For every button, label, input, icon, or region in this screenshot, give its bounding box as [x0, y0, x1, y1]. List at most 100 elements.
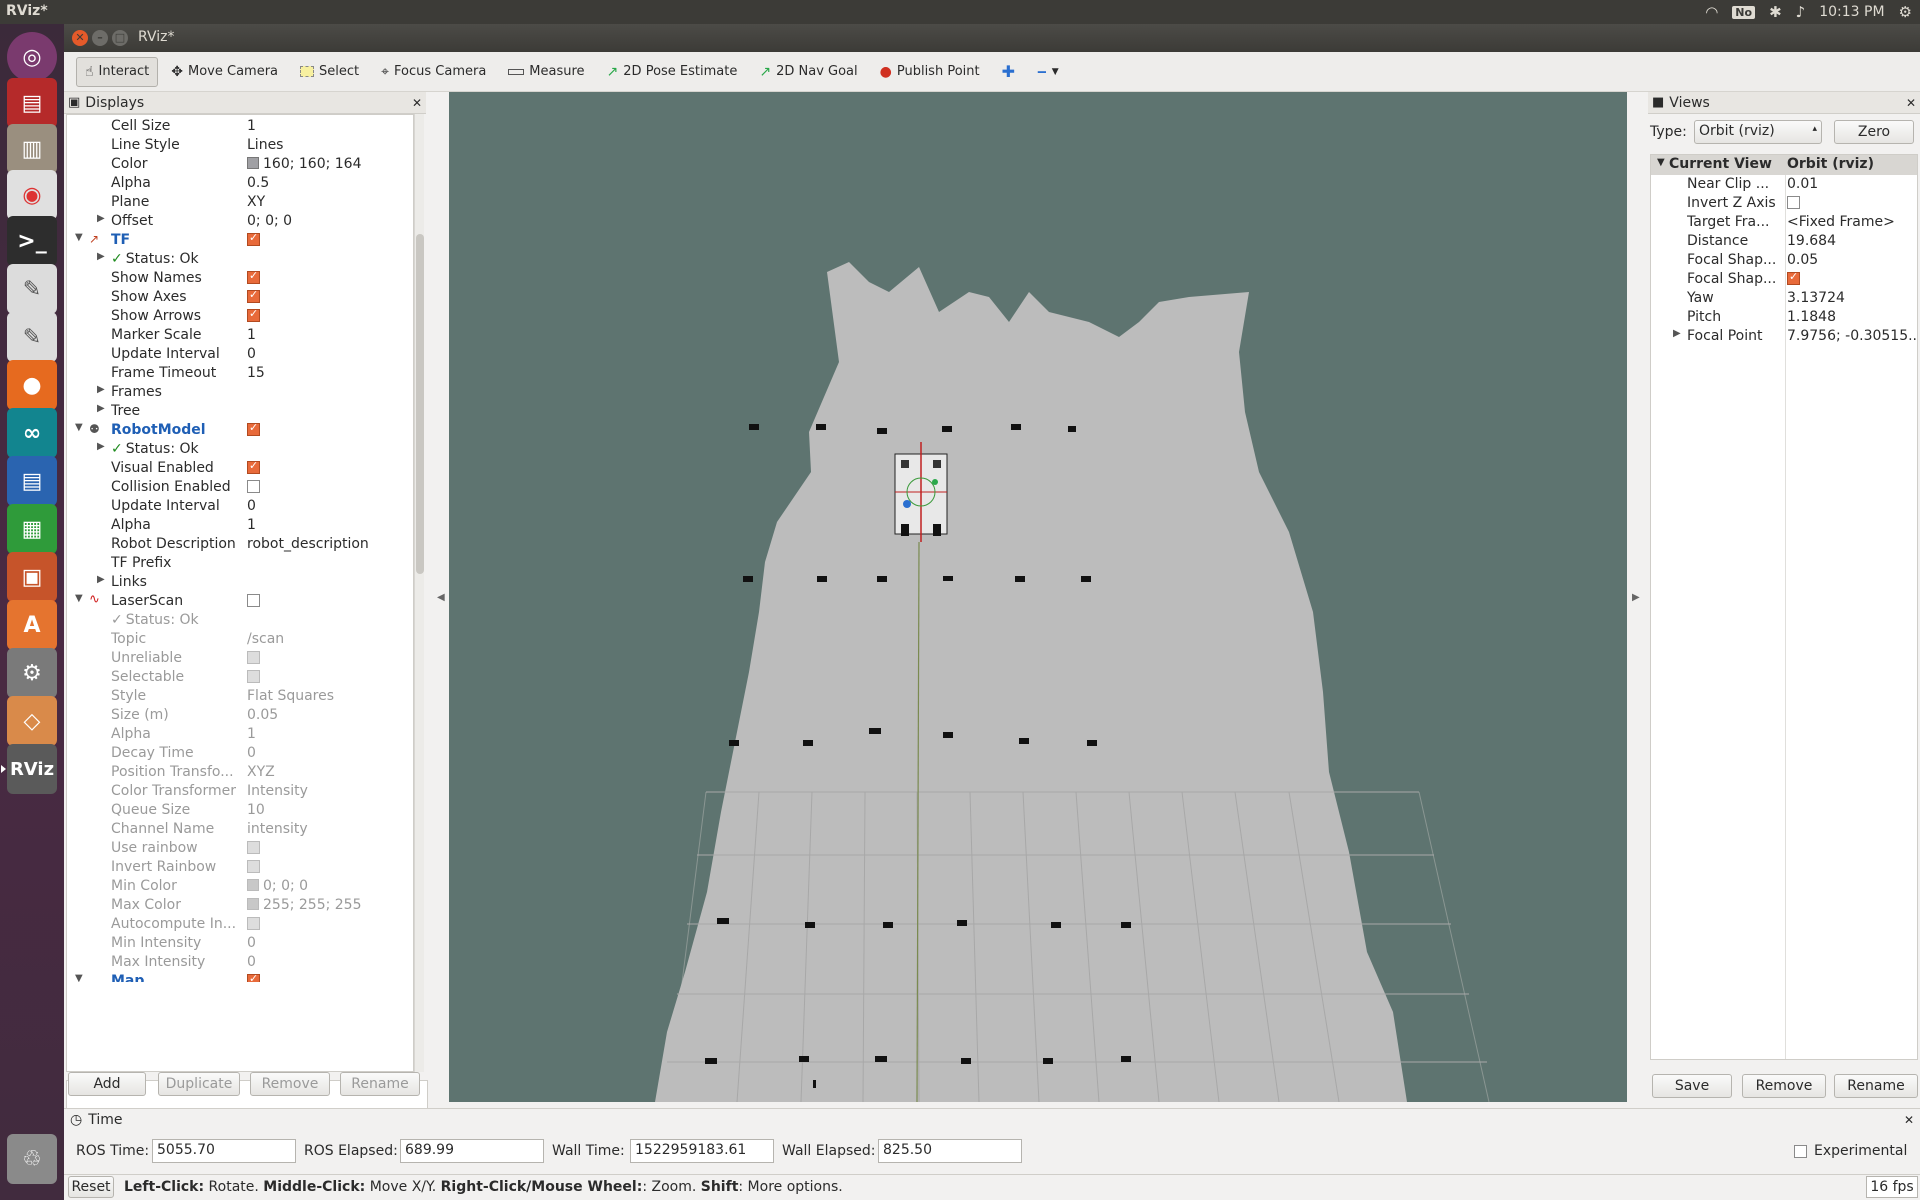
firefox-icon[interactable]: ●: [7, 360, 57, 410]
text-editor-2-icon[interactable]: ✎: [7, 312, 57, 362]
select-tool[interactable]: Select: [291, 57, 368, 87]
status-row[interactable]: ▶ ✓ Status: Ok: [67, 440, 399, 459]
property-row[interactable]: Show Names: [67, 269, 399, 288]
robotmodel-enabled-checkbox[interactable]: [247, 422, 260, 436]
minimize-window-button[interactable]: –: [92, 30, 108, 46]
reset-button[interactable]: Reset: [68, 1176, 114, 1198]
tf-enabled-checkbox[interactable]: [247, 232, 260, 246]
property-row[interactable]: Use rainbow: [67, 839, 399, 858]
save-view-button[interactable]: Save: [1652, 1074, 1732, 1098]
unreliable-checkbox[interactable]: [247, 651, 260, 664]
status-row[interactable]: ✓ Status: Ok: [67, 611, 399, 630]
view-property-row[interactable]: Focal Shap...: [1651, 270, 1917, 289]
property-row[interactable]: TF Prefix: [67, 554, 399, 573]
expand-arrow-icon[interactable]: ▶: [97, 403, 105, 414]
property-row[interactable]: Cell Size 1: [67, 117, 399, 136]
move-camera-tool[interactable]: ✥ Move Camera: [162, 57, 287, 87]
property-row[interactable]: Min Color 0; 0; 0: [67, 877, 399, 896]
files-icon[interactable]: ▥: [7, 124, 57, 174]
collapse-left-arrow-icon[interactable]: ◀: [437, 592, 445, 603]
view-property-row[interactable]: Near Clip ... 0.01: [1651, 175, 1917, 194]
3d-viewport[interactable]: [449, 92, 1627, 1102]
use-rainbow-checkbox[interactable]: [247, 841, 260, 854]
close-icon[interactable]: ✕: [1906, 96, 1916, 110]
close-icon[interactable]: ✕: [412, 96, 422, 110]
displays-scrollbar[interactable]: [414, 114, 424, 1072]
impress-icon[interactable]: ▣: [7, 552, 57, 602]
settings-icon[interactable]: ⚙: [7, 648, 57, 698]
package-icon[interactable]: ◇: [7, 696, 57, 746]
collapse-arrow-icon[interactable]: ▼: [75, 973, 83, 982]
property-row[interactable]: Unreliable: [67, 649, 399, 668]
bluetooth-icon[interactable]: ✱: [1769, 3, 1782, 21]
display-robotmodel[interactable]: ▼ ⚉ RobotModel: [67, 421, 399, 440]
focus-camera-tool[interactable]: ⌖ Focus Camera: [372, 57, 495, 87]
property-row[interactable]: Topic/scan: [67, 630, 399, 649]
property-row[interactable]: Robot Description robot_description: [67, 535, 399, 554]
invert-z-axis-checkbox[interactable]: [1787, 196, 1800, 209]
experimental-checkbox[interactable]: [1794, 1145, 1807, 1158]
measure-tool[interactable]: Measure: [499, 57, 593, 87]
add-display-button[interactable]: Add: [68, 1072, 146, 1096]
arduino-icon[interactable]: ∞: [7, 408, 57, 458]
property-row[interactable]: Position Transfo... XYZ: [67, 763, 399, 782]
wall-elapsed-field[interactable]: 825.50: [878, 1139, 1022, 1163]
view-property-row[interactable]: ▶ Focal Point 7.9756; -0.30515...: [1651, 327, 1917, 346]
property-row[interactable]: Max Color 255; 255; 255: [67, 896, 399, 915]
ubuntu-dash-icon[interactable]: ◎: [7, 32, 57, 82]
property-row[interactable]: Color Transformer Intensity: [67, 782, 399, 801]
property-row[interactable]: Alpha 1: [67, 725, 399, 744]
invert-rainbow-checkbox[interactable]: [247, 860, 260, 873]
property-row[interactable]: Show Arrows: [67, 307, 399, 326]
laserscan-enabled-checkbox[interactable]: [247, 594, 260, 607]
property-row[interactable]: Invert Rainbow: [67, 858, 399, 877]
property-row[interactable]: Line Style Lines: [67, 136, 399, 155]
property-row[interactable]: Autocompute In...: [67, 915, 399, 934]
view-property-row[interactable]: Pitch 1.1848: [1651, 308, 1917, 327]
add-tool-button[interactable]: ✚: [993, 57, 1024, 87]
view-property-row[interactable]: Distance 19.684: [1651, 232, 1917, 251]
collision-enabled-checkbox[interactable]: [247, 480, 260, 493]
visual-enabled-checkbox[interactable]: [247, 460, 260, 474]
software-center-icon[interactable]: A: [7, 600, 57, 650]
wall-time-field[interactable]: 1522959183.61: [630, 1139, 774, 1163]
display-map[interactable]: ▼ Map: [67, 972, 399, 982]
property-row[interactable]: Min Intensity 0: [67, 934, 399, 953]
property-row[interactable]: Selectable: [67, 668, 399, 687]
view-type-select[interactable]: Orbit (rviz) ▴: [1694, 120, 1822, 144]
autocompute-checkbox[interactable]: [247, 917, 260, 930]
property-row[interactable]: Decay Time 0: [67, 744, 399, 763]
scrollbar-thumb[interactable]: [416, 234, 424, 574]
property-row[interactable]: ▶ Links: [67, 573, 399, 592]
show-axes-checkbox[interactable]: [247, 289, 260, 303]
property-row[interactable]: Alpha 0.5: [67, 174, 399, 193]
property-row[interactable]: Show Axes: [67, 288, 399, 307]
property-row[interactable]: Collision Enabled: [67, 478, 399, 497]
close-window-button[interactable]: ✕: [72, 30, 88, 46]
maximize-window-button[interactable]: □: [112, 30, 128, 46]
clock[interactable]: 10:13 PM: [1819, 4, 1884, 20]
view-property-row[interactable]: Invert Z Axis: [1651, 194, 1917, 213]
collapse-arrow-icon[interactable]: ▼: [75, 593, 83, 604]
system-monitor-icon[interactable]: ▤: [7, 78, 57, 128]
collapse-arrow-icon[interactable]: ▼: [75, 422, 83, 433]
chrome-icon[interactable]: ◉: [7, 170, 57, 220]
2d-nav-goal-tool[interactable]: ↗ 2D Nav Goal: [750, 57, 866, 87]
property-row[interactable]: ▶ Frames: [67, 383, 399, 402]
collapse-arrow-icon[interactable]: ▼: [1657, 157, 1665, 168]
focal-shape-fixed-checkbox[interactable]: [1787, 271, 1800, 285]
expand-arrow-icon[interactable]: ▶: [97, 384, 105, 395]
wifi-icon[interactable]: ◠: [1705, 3, 1718, 21]
zero-button[interactable]: Zero: [1834, 120, 1914, 144]
display-tf[interactable]: ▼ ↗ TF: [67, 231, 399, 250]
property-row[interactable]: Size (m) 0.05: [67, 706, 399, 725]
property-row[interactable]: Alpha 1: [67, 516, 399, 535]
expand-arrow-icon[interactable]: ▶: [1673, 328, 1681, 339]
remove-view-button[interactable]: Remove: [1742, 1074, 1826, 1098]
ros-elapsed-field[interactable]: 689.99: [400, 1139, 544, 1163]
expand-arrow-icon[interactable]: ▶: [97, 213, 105, 224]
collapse-right-arrow-icon[interactable]: ▶: [1632, 592, 1640, 603]
rename-display-button[interactable]: Rename: [340, 1072, 420, 1096]
view-property-row[interactable]: Target Fra... <Fixed Frame>: [1651, 213, 1917, 232]
selectable-checkbox[interactable]: [247, 670, 260, 683]
